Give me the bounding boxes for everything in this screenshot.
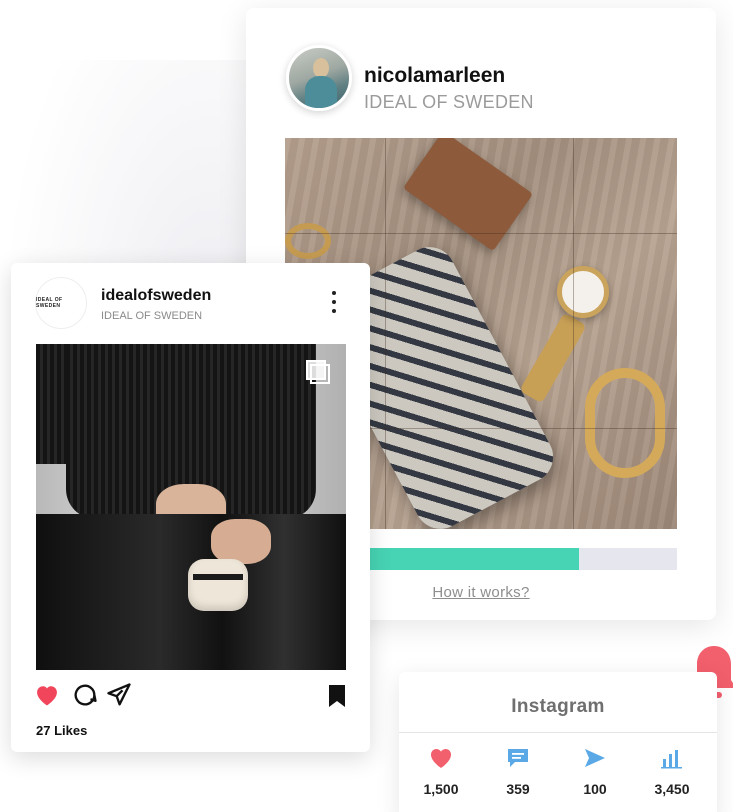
multiple-images-icon [306, 360, 330, 384]
comment-icon[interactable] [71, 681, 99, 709]
post-username[interactable]: idealofsweden [101, 287, 211, 305]
stat-comments: 359 [478, 747, 558, 797]
stat-likes-value: 1,500 [423, 781, 459, 797]
stat-views: 3,450 [632, 747, 712, 797]
instagram-post-card: IDEAL OF SWEDEN idealofsweden IDEAL OF S… [11, 263, 370, 752]
airpods-case-image [188, 559, 248, 611]
likes-count[interactable]: 27 Likes [36, 723, 87, 738]
send-icon [585, 749, 605, 767]
bookmark-icon[interactable] [327, 684, 347, 708]
stats-title: Instagram [511, 696, 605, 717]
influencer-avatar[interactable] [286, 45, 352, 111]
comment-icon [508, 749, 528, 767]
stat-views-value: 3,450 [654, 781, 690, 797]
bar-chart-icon [661, 750, 682, 769]
influencer-username[interactable]: nicolamarleen [364, 64, 505, 88]
post-avatar[interactable]: IDEAL OF SWEDEN [35, 277, 87, 329]
like-heart-icon[interactable] [33, 681, 61, 709]
watch-image [557, 266, 609, 318]
heart-icon [431, 749, 451, 768]
stats-divider [399, 732, 717, 733]
stat-shares: 100 [555, 747, 635, 797]
instagram-stats-card: Instagram 1,500 359 100 3,450 [399, 672, 717, 812]
post-photo[interactable] [36, 344, 346, 670]
more-options-icon[interactable] [329, 291, 339, 315]
post-avatar-logo-text: IDEAL OF SWEDEN [36, 297, 63, 309]
stat-shares-value: 100 [583, 781, 607, 797]
stat-likes: 1,500 [401, 747, 481, 797]
post-subtitle: IDEAL OF SWEDEN [101, 310, 203, 322]
influencer-subtitle: IDEAL OF SWEDEN [364, 92, 534, 112]
share-send-icon[interactable] [105, 681, 133, 709]
stat-comments-value: 359 [506, 781, 530, 797]
